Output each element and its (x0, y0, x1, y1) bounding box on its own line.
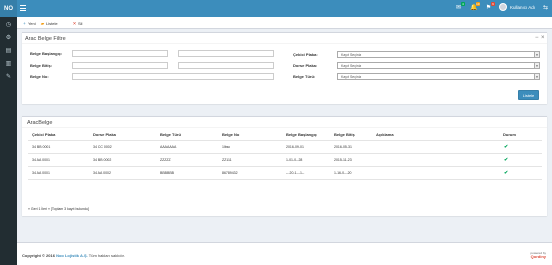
header-divider (28, 140, 542, 141)
row-divider (28, 166, 542, 167)
copyright-text: Copyright © 2016 Noo Lojistik A.Ş. Tüm h… (22, 253, 125, 258)
panel-divider (22, 43, 547, 44)
flag-icon[interactable]: ⚑ 9 (485, 2, 495, 12)
check-icon: ✔ (504, 157, 509, 163)
table-cell: 1-16-0---20 (334, 171, 352, 175)
belge-turu-value: Kayıt Seçiniz (341, 75, 362, 79)
edit-icon[interactable]: ✎ (5, 74, 12, 81)
vendor-logo: powered by Qordiny (530, 251, 546, 259)
chart-icon[interactable]: ▤ (5, 48, 12, 55)
belge-bitis-input-2[interactable] (178, 62, 274, 69)
chevron-down-icon: ▼ (534, 74, 539, 79)
menu-toggle-icon[interactable] (20, 5, 26, 11)
belge-turu-select[interactable]: Kayıt Seçiniz ▼ (337, 73, 540, 80)
toolbar: + Yeni ▰ Listele ✕ Sil (17, 17, 552, 29)
sidebar: ◷ ⚙ ▤ ▥ ✎ (0, 17, 17, 265)
list-button-label: Listele (46, 21, 58, 26)
table-cell: 34 BB 0002 (93, 158, 112, 162)
table-cell: 1lbsc (222, 145, 231, 149)
check-icon: ✔ (504, 144, 509, 150)
table-cell: AAAAAAA (160, 145, 177, 149)
column-header[interactable]: Belge No (222, 132, 239, 137)
belge-baslangic-input-2[interactable] (178, 50, 274, 57)
column-header[interactable]: Belge Başlangıç (286, 132, 317, 137)
dashboard-icon[interactable]: ◷ (5, 22, 12, 29)
footer: Copyright © 2016 Noo Lojistik A.Ş. Tüm h… (17, 242, 552, 265)
list-button[interactable]: ▰ Listele (40, 20, 58, 27)
file-icon[interactable]: ▥ (5, 61, 12, 68)
table-cell: ZZZZZ (160, 158, 171, 162)
chevron-down-icon: ▼ (534, 63, 539, 68)
belge-bitis-input[interactable] (72, 62, 168, 69)
delete-icon: ✕ (72, 21, 77, 26)
delete-button[interactable]: ✕ Sil (72, 20, 83, 27)
filter-panel-title: Arac Belge Filtre (25, 36, 66, 42)
column-header[interactable]: Çekici Plaka (32, 132, 55, 137)
share-icon[interactable]: ⇆ (542, 4, 549, 12)
notifications-badge: 10 (475, 2, 480, 6)
company-link[interactable]: Noo Lojistik A.Ş. (56, 253, 88, 258)
envelope-icon[interactable]: ✉ 4 (455, 2, 465, 12)
table-cell: 1-01-0--28 (286, 158, 303, 162)
table-cell: 34 CC 0002 (93, 145, 112, 149)
table-cell: 2016-09-01 (286, 145, 304, 149)
column-header[interactable]: Dorse Plaka (93, 132, 116, 137)
copyright-prefix: Copyright © 2016 (22, 253, 55, 258)
table-cell: ZZ111 (222, 158, 232, 162)
plus-icon: + (23, 21, 26, 26)
check-icon: ✔ (504, 170, 509, 176)
table-cell: 34 AA 0002 (93, 171, 111, 175)
brand-logo[interactable]: NO (0, 0, 17, 17)
tasks-badge: 9 (491, 2, 495, 6)
label-dorse-plaka: Dorse Plaka: (293, 63, 318, 68)
user-name[interactable]: Kullanıcı Adı (510, 5, 535, 10)
table-cell: 86789432 (222, 171, 238, 175)
vendor-name: Qordiny (530, 254, 546, 259)
cekici-plaka-value: Kayıt Seçiniz (341, 53, 362, 57)
table-cell: 34 AA 0001 (32, 171, 50, 175)
chevron-down-icon: ▼ (534, 52, 539, 57)
table-cell: 2016-05-31 (334, 145, 352, 149)
listele-button[interactable]: Listele (518, 90, 539, 100)
panel-divider (22, 127, 547, 128)
settings-icon[interactable]: ⚙ (5, 35, 12, 42)
belge-no-input[interactable] (72, 73, 274, 80)
new-button-label: Yeni (28, 21, 36, 26)
new-button[interactable]: + Yeni (22, 20, 36, 27)
column-header[interactable]: Belge Bitiş (334, 132, 355, 137)
rights-text: Tüm hakları saklıdır. (88, 253, 125, 258)
results-panel-title: AracBelge (27, 120, 53, 126)
folder-icon: ▰ (40, 21, 45, 26)
column-header[interactable]: Açıklama (376, 132, 394, 137)
table-cell: 34 AA 0001 (32, 158, 50, 162)
delete-button-label: Sil (78, 21, 83, 26)
bell-icon[interactable]: 🔔 10 (470, 2, 480, 12)
label-belge-bitis: Belge Bitiş: (30, 63, 53, 68)
messages-badge: 4 (461, 2, 465, 6)
column-header[interactable]: Durum (503, 132, 516, 137)
dorse-plaka-value: Kayıt Seçiniz (341, 64, 362, 68)
label-cekici-plaka: Çekici Plaka: (293, 52, 318, 57)
column-header[interactable]: Belge Türü (160, 132, 181, 137)
dorse-plaka-select[interactable]: Kayıt Seçiniz ▼ (337, 62, 540, 69)
avatar[interactable] (499, 3, 507, 11)
label-belge-no: Belge No: (30, 74, 49, 79)
close-icon[interactable]: × (541, 35, 545, 41)
cekici-plaka-select[interactable]: Kayıt Seçiniz ▼ (337, 51, 540, 58)
collapse-icon[interactable]: − (535, 35, 539, 41)
table-cell: ---20-1---1-- (286, 171, 305, 175)
top-navbar: NO ✉ 4 🔔 10 ⚑ 9 Kullanıcı Adı ⇆ (0, 0, 552, 17)
label-belge-baslangic: Belge Başlangıç: (30, 51, 63, 56)
belge-baslangic-input[interactable] (72, 50, 168, 57)
table-cell: 2015-11-23 (334, 158, 352, 162)
label-belge-turu: Belge Türü: (293, 74, 316, 79)
row-divider (28, 179, 542, 180)
table-cell: 34 BB 0001 (32, 145, 51, 149)
table-cell: BBBBBB (160, 171, 175, 175)
pagination[interactable]: « Geri 1 İleri » [Toplam 3 kayıt bulundu… (28, 207, 89, 211)
row-divider (28, 153, 542, 154)
